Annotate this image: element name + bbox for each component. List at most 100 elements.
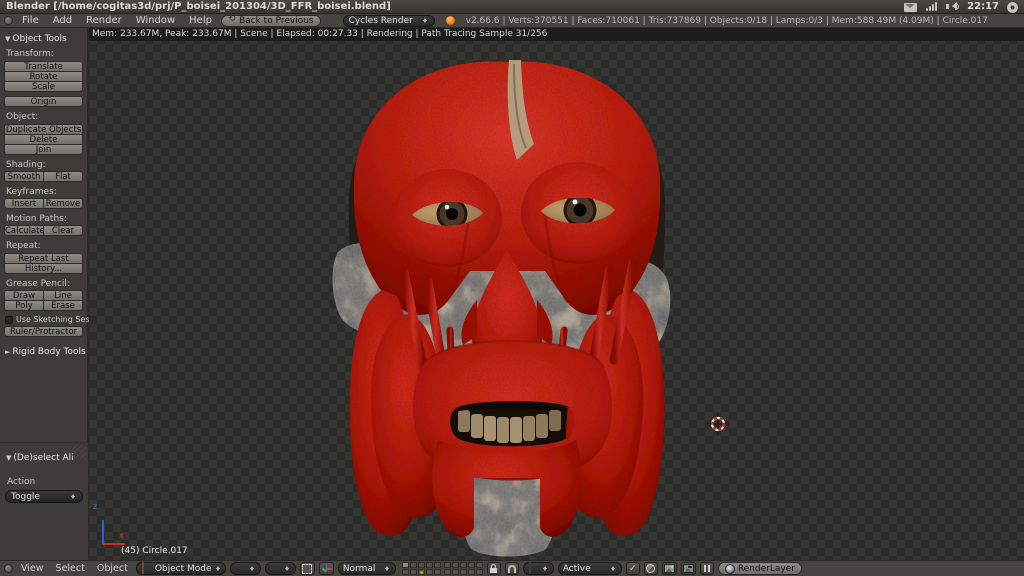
render-layer-select[interactable]: RenderLayer (718, 562, 802, 575)
checkbox-icon[interactable] (5, 316, 13, 324)
origin-button[interactable]: Origin (4, 96, 83, 107)
render-engine-select[interactable]: Cycles Render (343, 15, 435, 27)
layer-cell[interactable] (402, 569, 409, 575)
repeat-label: Repeat: (6, 241, 83, 251)
layer-cell[interactable] (444, 569, 451, 575)
view-menu[interactable]: View (17, 563, 48, 574)
updown-arrows-icon (284, 564, 291, 573)
network-icon[interactable] (925, 1, 938, 12)
back-icon (228, 17, 236, 25)
smooth-button[interactable]: Smooth (4, 171, 44, 182)
updown-arrows-icon (610, 564, 617, 573)
editor-type-icon[interactable] (4, 564, 13, 573)
history-button[interactable]: History... (4, 263, 83, 274)
mail-icon[interactable] (904, 3, 917, 12)
action-select[interactable]: Toggle (5, 490, 83, 503)
remove-keyframe-button[interactable]: Remove (43, 198, 83, 209)
layer-cell[interactable] (452, 562, 459, 568)
active-object-label: (45) Circle.017 (121, 546, 188, 556)
object-menu[interactable]: Object (93, 563, 132, 574)
operator-panel: ▼(De)select All Action Toggle (0, 442, 88, 560)
viewport-shading-select[interactable] (230, 562, 261, 575)
blender-window: Blender [/home/cogitas3d/prj/P_boisei_20… (0, 0, 1024, 576)
layer-cell[interactable] (444, 562, 451, 568)
updown-arrows-icon (422, 16, 429, 25)
layer-cell[interactable] (434, 569, 441, 575)
layer-cell[interactable] (426, 562, 433, 568)
layer-cell[interactable] (434, 562, 441, 568)
layer-cell-active[interactable] (418, 569, 425, 575)
render-image-icon (664, 564, 675, 573)
snap-element-select[interactable] (523, 562, 554, 575)
gear-icon[interactable] (1007, 2, 1018, 13)
snap-target-select[interactable]: Active (558, 562, 622, 575)
snap-align-rotation-toggle[interactable] (626, 562, 640, 575)
layer-cell[interactable] (460, 562, 467, 568)
rendered-reconstruction-model[interactable] (330, 55, 680, 560)
layer-cell[interactable] (418, 562, 425, 568)
layer-cell[interactable] (426, 569, 433, 575)
panel-grip[interactable] (72, 445, 86, 459)
mode-select[interactable]: Object Mode (136, 562, 226, 575)
back-to-previous-button[interactable]: Back to Previous (221, 15, 321, 27)
scale-button[interactable]: Scale (4, 81, 83, 92)
layer-cell[interactable] (452, 569, 459, 575)
insert-keyframe-button[interactable]: Insert (4, 198, 44, 209)
render-pause-button[interactable] (700, 562, 714, 575)
snap-toggle[interactable] (505, 562, 519, 575)
window-title: Blender [/home/cogitas3d/prj/P_boisei_20… (6, 1, 391, 12)
updown-arrows-icon (249, 564, 256, 573)
peel-icon (646, 564, 655, 573)
duplicate-objects-button[interactable]: Duplicate Objects (4, 124, 83, 135)
opengl-render-button[interactable] (662, 562, 677, 575)
layer-cell[interactable] (402, 562, 409, 568)
updown-arrows-icon (384, 564, 391, 573)
grease-pencil-label: Grease Pencil: (6, 279, 83, 289)
layer-cell[interactable] (460, 569, 467, 575)
gp-erase-button[interactable]: Erase (43, 300, 83, 311)
transform-label: Transform: (6, 49, 83, 59)
clear-button[interactable]: Clear (43, 225, 83, 236)
orientation-select[interactable]: Normal (338, 562, 396, 575)
gp-poly-button[interactable]: Poly (4, 300, 44, 311)
manipulator-toggle[interactable] (300, 562, 315, 575)
clock[interactable]: 22:17 (967, 1, 999, 12)
layer-cell[interactable] (476, 562, 483, 568)
volume-icon[interactable] (946, 1, 959, 12)
pivot-point-select[interactable] (265, 562, 296, 575)
viewport-3d[interactable]: Mem: 233.67M, Peak: 233.67M | Scene | El… (89, 28, 1024, 560)
menu-help[interactable]: Help (184, 15, 217, 26)
updown-arrows-icon (215, 564, 221, 573)
motion-paths-label: Motion Paths: (6, 214, 83, 224)
scene-statistics: v2.66.6 | Verts:370551 | Faces:710061 | … (466, 16, 988, 26)
menu-render[interactable]: Render (81, 15, 127, 26)
shading-label: Shading: (6, 160, 83, 170)
join-button[interactable]: Join (4, 144, 83, 155)
rigid-body-tools-panel-header[interactable]: ►Rigid Body Tools (5, 347, 83, 357)
opengl-render-anim-button[interactable] (681, 562, 696, 575)
tool-shelf: ▼Object Tools Transform: Translate Rotat… (0, 28, 88, 560)
menu-window[interactable]: Window (131, 15, 180, 26)
select-menu[interactable]: Select (52, 563, 89, 574)
object-mode-icon (142, 562, 144, 574)
editor-type-icon[interactable] (4, 16, 13, 25)
object-tools-panel-header[interactable]: ▼Object Tools (5, 34, 83, 44)
updown-arrows-icon (70, 492, 77, 501)
layer-cell[interactable] (410, 562, 417, 568)
action-label: Action (7, 477, 83, 487)
use-sketching-sessions-row[interactable]: Use Sketching Sessions (5, 315, 83, 324)
magnet-icon (508, 565, 516, 573)
layer-cell[interactable] (468, 562, 475, 568)
layers-widget[interactable] (402, 562, 483, 575)
layer-cell[interactable] (468, 569, 475, 575)
translate-manipulator-toggle[interactable] (319, 562, 334, 575)
menu-file[interactable]: File (17, 15, 44, 26)
layer-cell[interactable] (410, 569, 417, 575)
flat-button[interactable]: Flat (43, 171, 83, 182)
scene-lock-toggle[interactable] (487, 562, 501, 575)
layer-cell[interactable] (476, 569, 483, 575)
menu-add[interactable]: Add (48, 15, 77, 26)
snap-peel-object-toggle[interactable] (644, 562, 658, 575)
calculate-button[interactable]: Calculate (4, 225, 44, 236)
ruler-protractor-button[interactable]: Ruler/Protractor (4, 326, 83, 337)
